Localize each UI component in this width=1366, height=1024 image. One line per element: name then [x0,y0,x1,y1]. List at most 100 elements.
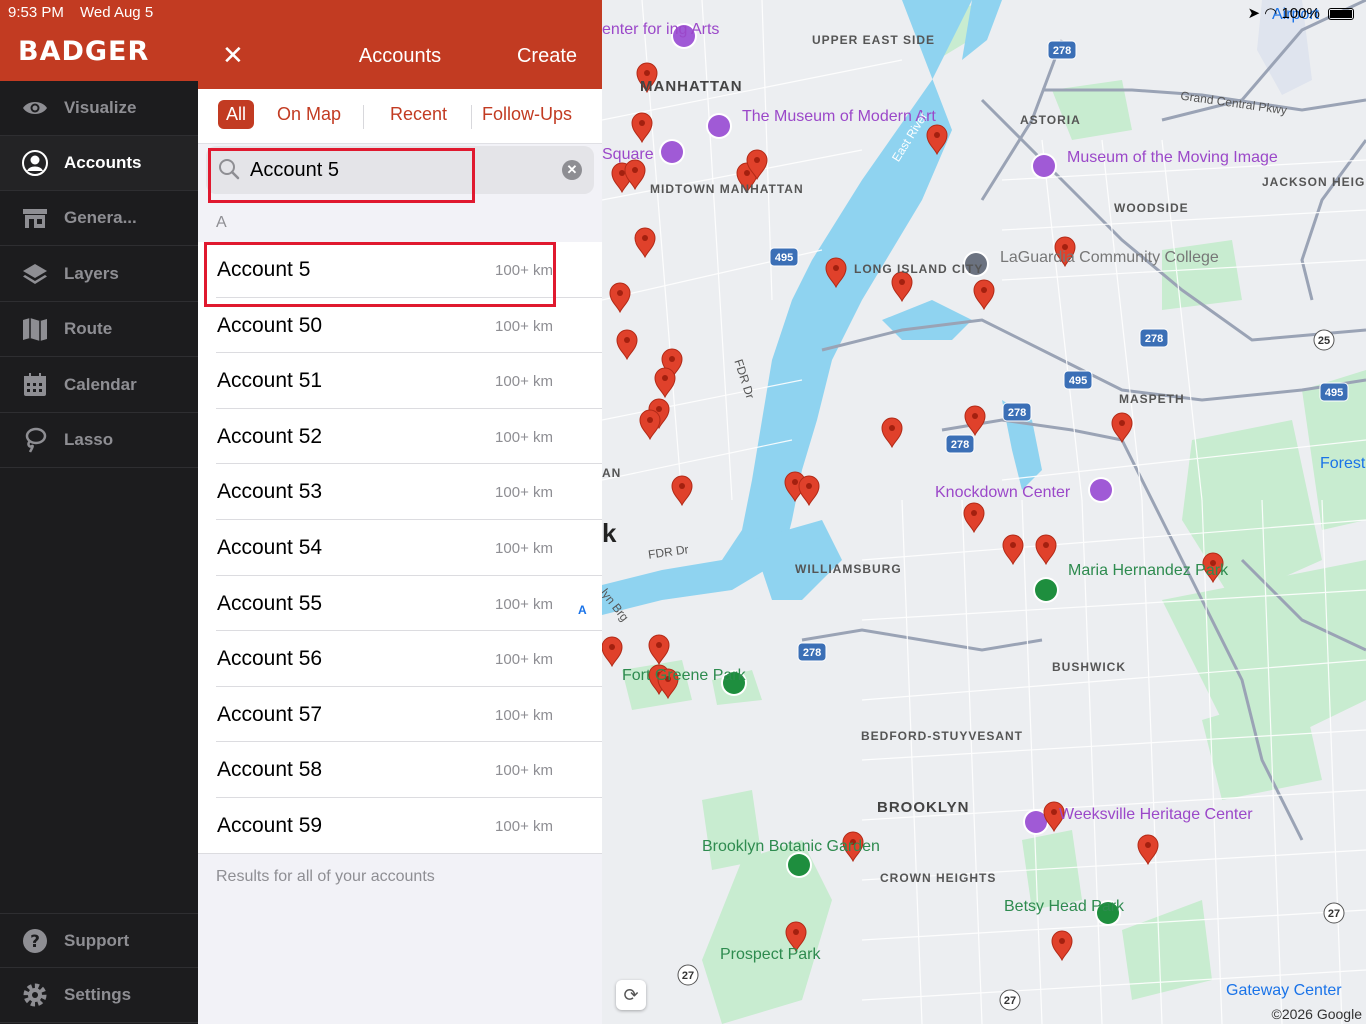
account-pin-icon[interactable] [639,409,661,441]
poi-gateway-center-label[interactable]: Gateway Center [1226,982,1342,1000]
map-view[interactable]: 278 495 278 495 278 278 495 278 25 27 27… [602,0,1366,1024]
account-distance: 100+ km [495,317,553,335]
account-pin-icon[interactable] [609,282,631,314]
sidebar-item-route[interactable]: Route [0,302,198,357]
account-name: Account 54 [217,535,323,559]
account-pin-icon[interactable] [964,405,986,437]
account-row[interactable]: Account 54 100+ km [216,520,602,576]
park-prospect-label[interactable]: Prospect Park [720,944,820,965]
account-pin-icon[interactable] [602,636,623,668]
account-pin-icon[interactable] [616,329,638,361]
battery-percent: 100% [1281,5,1320,22]
account-pin-icon[interactable] [1051,930,1073,962]
account-pin-icon[interactable] [654,367,676,399]
poi-moma-label[interactable]: The Museum of Modern Art [742,106,936,127]
poi-moving-image-label[interactable]: Museum of the Moving Image [1067,147,1278,168]
poi-knockdown-label[interactable]: Knockdown Center [935,482,1070,503]
account-pin-icon[interactable] [798,475,820,507]
tab-follow-ups[interactable]: Follow-Ups [482,104,572,125]
sidebar-item-label: Layers [64,264,119,283]
status-date: Wed Aug 5 [80,4,154,21]
neighborhood-label: LONG ISLAND CITY [854,262,984,276]
neighborhood-label: MIDTOWN MANHATTAN [650,182,804,196]
person-circle-icon [20,148,50,178]
account-row[interactable]: Account 53 100+ km [216,464,602,520]
account-pin-icon[interactable] [671,475,693,507]
account-pin-icon[interactable] [631,112,653,144]
sidebar-item-accounts[interactable]: Accounts [0,136,198,191]
account-distance: 100+ km [495,539,553,557]
tab-divider [363,105,364,129]
svg-text:27: 27 [682,970,694,982]
account-name: Account 57 [217,702,323,726]
account-pin-icon[interactable] [1035,534,1057,566]
sidebar-item-support[interactable]: ? Support [0,913,198,968]
sidebar-item-general[interactable]: Genera... [0,191,198,246]
help-icon: ? [20,926,50,956]
account-name: Account 59 [217,813,323,837]
tab-on-map[interactable]: On Map [277,104,341,125]
sidebar: 9:53 PM Wed Aug 5 BADGER Visualize Accou… [0,0,198,1024]
svg-text:495: 495 [1069,375,1087,387]
map-route-icon [20,314,50,344]
tab-divider [471,105,472,129]
poi-partial-label[interactable]: Square [602,144,654,165]
account-row[interactable]: Account 58 100+ km [216,742,602,798]
account-distance: 100+ km [495,373,553,391]
location-arrow-icon: ➤ [1247,5,1261,22]
svg-text:495: 495 [1325,387,1343,399]
neighborhood-label: BUSHWICK [1052,660,1126,674]
account-pin-icon[interactable] [1137,834,1159,866]
section-index-a[interactable]: A [578,603,587,617]
account-distance: 100+ km [495,484,553,502]
park-maria-hernandez-label[interactable]: Maria Hernandez Park [1068,560,1228,581]
store-icon [20,203,50,233]
neighborhood-label: WOODSIDE [1114,201,1189,215]
account-pin-icon[interactable] [963,502,985,534]
park-botanic-garden-label[interactable]: Brooklyn Botanic Garden [702,836,880,857]
account-row[interactable]: Account 51 100+ km [216,353,602,409]
account-pin-icon[interactable] [648,634,670,666]
results-footer: Results for all of your accounts [216,868,435,885]
layers-icon [20,259,50,289]
sidebar-item-visualize[interactable]: Visualize [0,81,198,136]
neighborhood-label: ASTORIA [1020,113,1081,127]
account-pin-icon[interactable] [973,279,995,311]
account-row[interactable]: Account 52 100+ km [216,409,602,465]
svg-text:278: 278 [803,647,821,659]
sidebar-item-settings[interactable]: Settings [0,968,198,1023]
status-bar: 9:53 PM Wed Aug 5 [0,0,198,26]
brand-header: BADGER [0,26,198,81]
create-button[interactable]: Create [517,45,577,68]
account-row[interactable]: Account 56 100+ km [216,631,602,687]
filter-tabs: All On Map Recent Follow-Ups [198,89,602,144]
park-fort-greene-label[interactable]: Fort Greene Park [622,665,746,686]
account-pin-icon[interactable] [1002,534,1024,566]
account-pin-icon[interactable] [881,417,903,449]
sidebar-item-calendar[interactable]: Calendar [0,358,198,413]
sidebar-item-layers[interactable]: Layers [0,247,198,302]
poi-partial-label[interactable]: enter for ing Arts [602,19,719,40]
account-row[interactable]: Account 59 100+ km [216,798,602,854]
sidebar-item-lasso[interactable]: Lasso [0,413,198,468]
status-bar-right: ➤ ◠ 100% [1247,4,1354,22]
sidebar-item-label: Calendar [64,375,137,394]
account-row[interactable]: Account 57 100+ km [216,687,602,743]
account-pin-icon[interactable] [634,227,656,259]
eye-icon [20,93,50,123]
account-distance: 100+ km [495,595,553,613]
tab-all[interactable]: All [218,100,255,129]
poi-laguardia-label[interactable]: LaGuardia Community College [1000,247,1219,268]
clear-search-button[interactable]: ✕ [562,160,582,180]
account-row[interactable]: Account 55 100+ km [216,576,602,632]
poi-weeksville-label[interactable]: Weeksville Heritage Center [1059,804,1253,825]
neighborhood-label: MASPETH [1119,392,1185,406]
recenter-icon: ⟳ [623,985,639,1005]
map-edge-label: Forest [1320,455,1366,472]
account-pin-icon[interactable] [891,271,913,303]
recenter-map-button[interactable]: ⟳ [616,980,646,1010]
account-name: Account 56 [217,647,323,671]
section-header: A [216,214,227,231]
tab-recent[interactable]: Recent [390,104,447,125]
park-betsy-head-label[interactable]: Betsy Head Park [1004,896,1124,917]
